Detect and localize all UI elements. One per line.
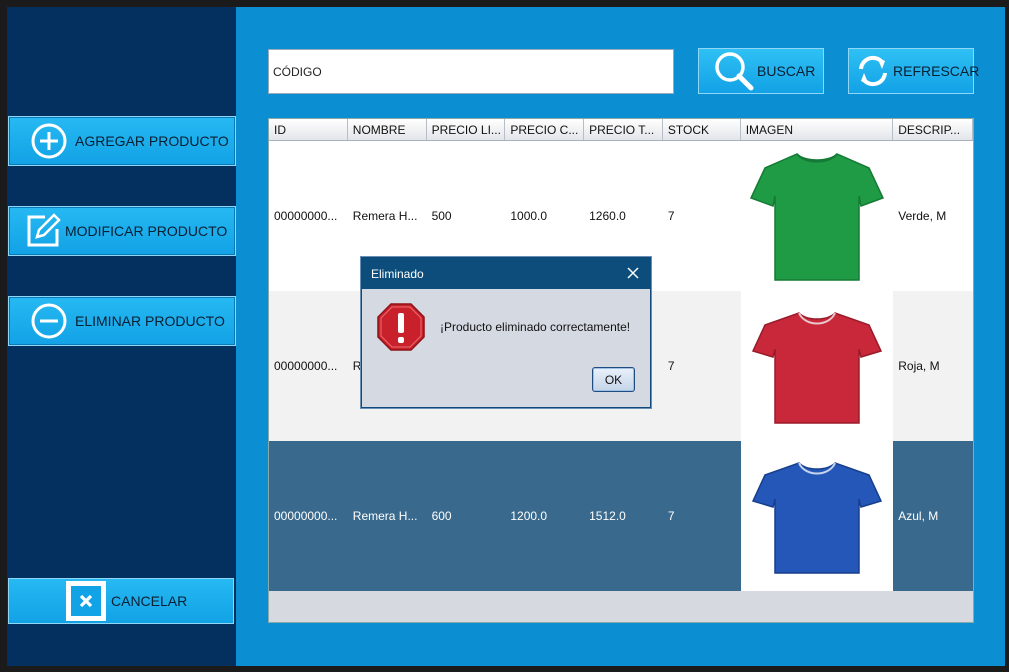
dialog-message: ¡Producto eliminado correctamente!	[440, 320, 631, 334]
buscar-button[interactable]: BUSCAR	[698, 48, 824, 94]
ok-button[interactable]: OK	[592, 367, 635, 392]
cell-precio-lista: 600	[431, 509, 452, 523]
table-header: ID NOMBRE PRECIO LI... PRECIO C... PRECI…	[269, 119, 973, 141]
error-icon	[377, 303, 425, 351]
dialog-title: Eliminado	[371, 266, 424, 281]
cell-descripcion: Roja, M	[898, 359, 940, 373]
column-header-descripcion[interactable]: DESCRIP...	[893, 119, 973, 140]
cell-id: 00000000...	[274, 509, 338, 523]
cell-precio-total: 1512.0	[589, 509, 626, 523]
column-header-stock[interactable]: STOCK	[663, 119, 741, 140]
buscar-label: BUSCAR	[757, 63, 816, 79]
column-header-precio-costo[interactable]: PRECIO C...	[505, 119, 585, 140]
refresh-icon	[853, 48, 893, 94]
column-header-id[interactable]: ID	[269, 119, 348, 140]
cell-nombre: Remera H...	[352, 509, 418, 523]
modificar-producto-label: MODIFICAR PRODUCTO	[65, 223, 228, 239]
dialog-titlebar: Eliminado	[362, 258, 650, 289]
edit-pencil-icon	[23, 211, 63, 251]
cell-imagen	[740, 441, 894, 591]
refrescar-label: REFRESCAR	[893, 63, 980, 79]
minus-circle-icon	[29, 301, 69, 341]
modificar-producto-button[interactable]: MODIFICAR PRODUCTO	[8, 206, 236, 256]
search-input-value: CÓDIGO	[273, 64, 322, 79]
cancelar-label: CANCELAR	[111, 593, 188, 609]
close-icon[interactable]	[624, 264, 642, 282]
close-square-icon	[66, 581, 106, 621]
cell-id: 00000000...	[274, 359, 338, 373]
table-row[interactable]: 00000000... Remera H... 600 1200.0 1512.…	[269, 441, 973, 591]
cell-precio-costo: 1200.0	[510, 509, 548, 523]
eliminado-dialog: Eliminado ¡Producto eliminado correctame…	[361, 257, 651, 408]
cell-imagen	[740, 291, 894, 441]
refrescar-button[interactable]: REFRESCAR	[848, 48, 979, 94]
cell-stock: 7	[667, 509, 675, 523]
plus-circle-icon	[29, 121, 69, 161]
cell-stock: 7	[667, 209, 675, 223]
green-tshirt-image	[749, 153, 884, 281]
column-header-nombre[interactable]: NOMBRE	[348, 119, 427, 140]
cell-descripcion: Verde, M	[898, 209, 947, 223]
column-header-precio-total[interactable]: PRECIO T...	[584, 119, 663, 140]
cancelar-button[interactable]: CANCELAR	[8, 578, 234, 624]
search-icon	[711, 48, 757, 94]
cell-imagen	[740, 141, 894, 291]
red-tshirt-image	[751, 312, 882, 424]
cell-stock: 7	[667, 359, 675, 373]
agregar-producto-label: AGREGAR PRODUCTO	[75, 133, 229, 149]
codigo-search-input[interactable]: CÓDIGO	[268, 49, 674, 94]
eliminar-producto-button[interactable]: ELIMINAR PRODUCTO	[8, 296, 236, 346]
column-header-imagen[interactable]: IMAGEN	[741, 119, 894, 140]
agregar-producto-button[interactable]: AGREGAR PRODUCTO	[8, 116, 236, 166]
eliminar-producto-label: ELIMINAR PRODUCTO	[75, 313, 225, 329]
column-header-precio-lista[interactable]: PRECIO LI...	[427, 119, 506, 140]
cell-id: 00000000...	[274, 209, 338, 223]
cell-descripcion: Azul, M	[898, 509, 939, 523]
blue-tshirt-image	[751, 462, 882, 574]
